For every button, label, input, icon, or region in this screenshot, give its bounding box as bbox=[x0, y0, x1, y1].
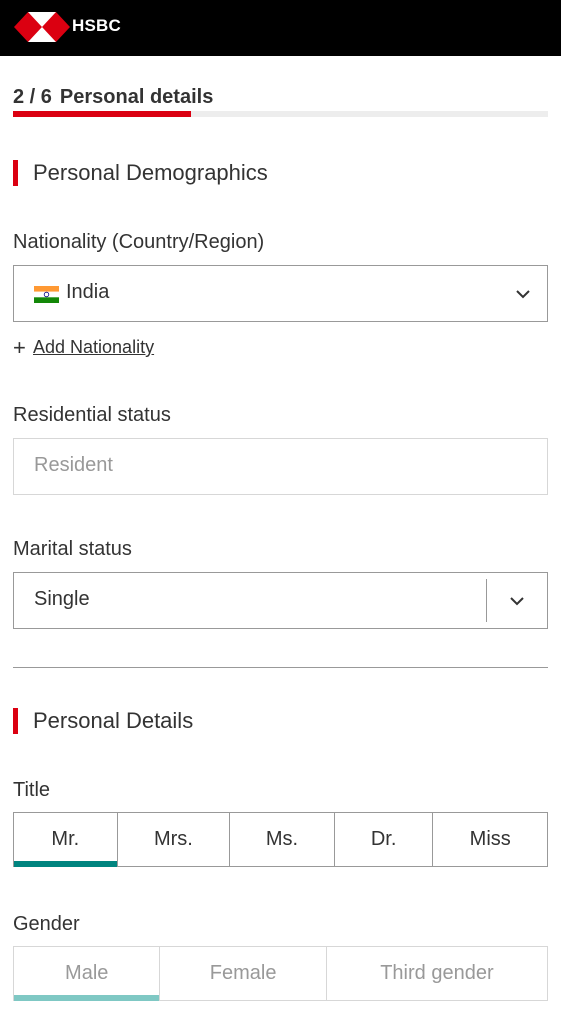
brand-name: HSBC bbox=[72, 16, 121, 35]
app-header: HSBC bbox=[0, 0, 561, 56]
marital-status-value: Single bbox=[34, 588, 90, 610]
gender-option-female[interactable]: Female bbox=[159, 947, 325, 1000]
progress-bar bbox=[13, 111, 548, 117]
title-option-ms[interactable]: Ms. bbox=[229, 813, 334, 866]
gender-option-label: Male bbox=[65, 962, 109, 984]
marital-status-select[interactable]: Single bbox=[13, 572, 548, 629]
hsbc-logo-icon[interactable] bbox=[14, 12, 70, 42]
section-title-text: Personal Details bbox=[33, 708, 194, 733]
select-divider bbox=[486, 579, 487, 622]
title-option-label: Miss bbox=[469, 828, 511, 850]
add-nationality-button[interactable]: + Add Nationality bbox=[13, 335, 154, 361]
title-option-mr[interactable]: Mr. bbox=[14, 813, 117, 867]
gender-option-label: Female bbox=[209, 962, 277, 984]
gender-label: Gender bbox=[13, 913, 80, 935]
residential-status-field: Resident bbox=[13, 438, 548, 495]
title-option-mrs[interactable]: Mrs. bbox=[116, 813, 230, 866]
chevron-down-icon[interactable] bbox=[509, 593, 525, 609]
title-segmented-control: Mr. Mrs. Ms. Dr. Miss bbox=[13, 812, 548, 867]
section-divider bbox=[13, 667, 548, 668]
add-nationality-link[interactable]: Add Nationality bbox=[33, 337, 154, 357]
gender-segmented-control: Male Female Third gender bbox=[13, 946, 548, 1001]
title-option-label: Mrs. bbox=[153, 828, 193, 850]
section-accent-bar bbox=[13, 708, 18, 734]
step-indicator: 2 / 6 Personal details bbox=[13, 86, 213, 109]
section-accent-bar bbox=[13, 160, 18, 186]
nationality-select[interactable]: India bbox=[13, 265, 548, 322]
residential-status-value: Resident bbox=[34, 454, 113, 476]
gender-option-third[interactable]: Third gender bbox=[325, 947, 547, 1000]
section-title-text: Personal Demographics bbox=[33, 160, 268, 185]
nationality-label: Nationality (Country/Region) bbox=[13, 231, 265, 253]
title-option-dr[interactable]: Dr. bbox=[333, 813, 433, 866]
step-title: Personal details bbox=[59, 86, 214, 108]
step-count: 2 / 6 bbox=[13, 86, 52, 108]
title-option-label: Dr. bbox=[370, 828, 397, 850]
title-option-label: Ms. bbox=[265, 828, 299, 850]
selected-indicator bbox=[14, 861, 117, 867]
gender-option-label: Third gender bbox=[380, 962, 494, 984]
progress-fill bbox=[13, 111, 192, 117]
nationality-value: India bbox=[66, 281, 110, 303]
plus-icon: + bbox=[13, 335, 26, 361]
marital-status-label: Marital status bbox=[13, 538, 132, 560]
chevron-down-icon bbox=[516, 290, 530, 299]
title-label: Title bbox=[13, 779, 51, 801]
title-option-miss[interactable]: Miss bbox=[432, 813, 547, 866]
title-option-label: Mr. bbox=[51, 828, 80, 850]
gender-option-male[interactable]: Male bbox=[14, 947, 160, 1001]
residential-status-label: Residential status bbox=[13, 404, 171, 426]
india-flag-icon bbox=[34, 286, 59, 303]
selected-indicator bbox=[14, 995, 160, 1001]
